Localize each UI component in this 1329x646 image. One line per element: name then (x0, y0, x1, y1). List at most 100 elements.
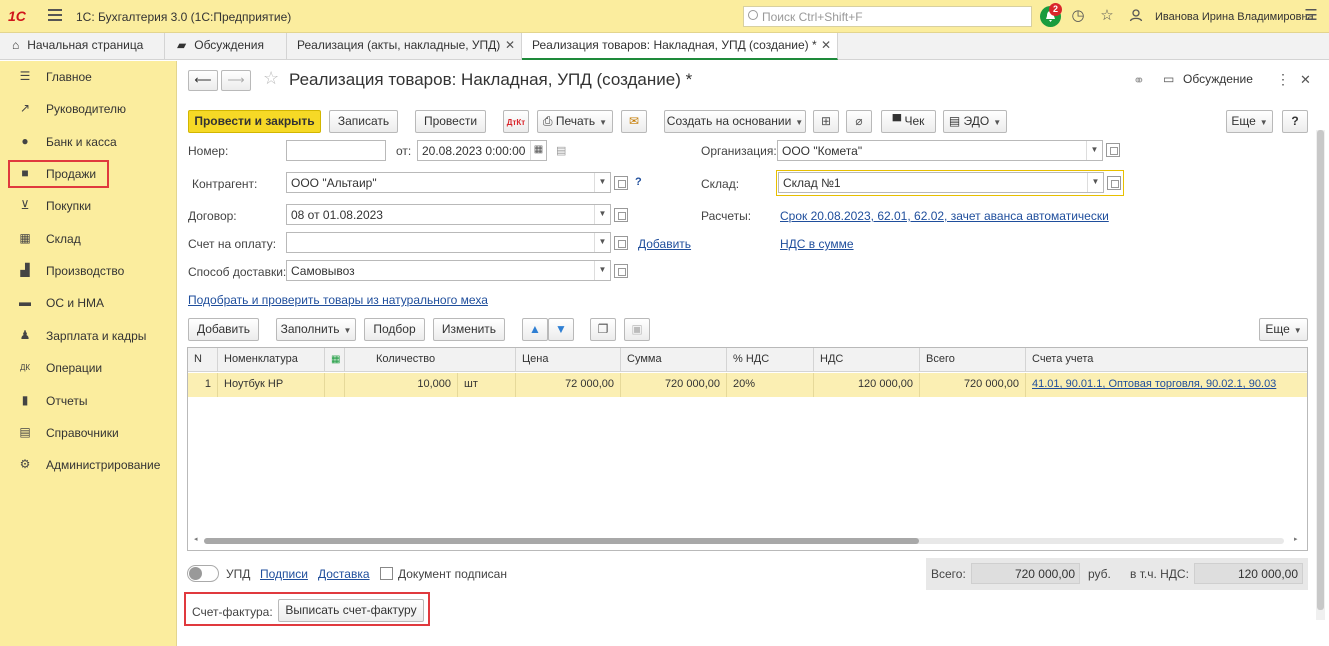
cell-unit[interactable]: шт (458, 373, 516, 397)
sidebar-item-payroll[interactable]: ♟ Зарплата и кадры (8, 322, 168, 350)
forward-button[interactable]: ⟶ (221, 70, 251, 91)
organization-field[interactable]: ООО "Комета" ▼ (777, 140, 1103, 161)
change-button[interactable]: Изменить (433, 318, 505, 341)
back-button[interactable]: ⟵ (188, 70, 218, 91)
favorites-star-icon[interactable]: ☆ (1099, 8, 1115, 24)
structure-icon[interactable]: ⊞ (813, 110, 839, 133)
sidebar-item-bank[interactable]: ● Банк и касса (8, 128, 168, 156)
tab-sales-document[interactable]: Реализация товаров: Накладная, УПД (созд… (522, 33, 838, 60)
post-button[interactable]: Провести (415, 110, 486, 133)
col-item[interactable]: Номенклатура (218, 348, 325, 372)
settings-menu-icon[interactable]: ☰ (1303, 8, 1319, 24)
discuss-button[interactable]: Обсуждение (1183, 72, 1253, 86)
sidebar-item-operations[interactable]: ДК Операции (8, 354, 168, 382)
help-icon[interactable]: ? (635, 176, 642, 188)
scroll-right-icon[interactable]: ▸ (1294, 535, 1298, 543)
contract-field[interactable]: 08 от 01.08.2023 ▼ (286, 204, 611, 225)
tab-discussions[interactable]: ▰ Обсуждения (165, 33, 287, 59)
add-link[interactable]: Добавить (638, 237, 691, 251)
table-more-button[interactable]: Еще ▼ (1259, 318, 1308, 341)
chevron-down-icon[interactable]: ▼ (1086, 141, 1102, 160)
invoice-for-payment-field[interactable]: ▼ (286, 232, 611, 253)
open-icon[interactable] (614, 264, 628, 278)
scroll-left-icon[interactable]: ◂ (194, 535, 198, 543)
open-icon[interactable] (1106, 143, 1120, 157)
horizontal-scrollbar[interactable] (204, 538, 1284, 544)
chevron-down-icon[interactable]: ▼ (594, 205, 610, 224)
attachment-icon[interactable]: ⌀ (846, 110, 872, 133)
sidebar-item-management[interactable]: ↗ Руководителю (8, 95, 168, 123)
sidebar-item-sales[interactable]: ■ Продажи (8, 160, 109, 188)
col-sum[interactable]: Сумма (621, 348, 727, 372)
more-vertical-icon[interactable]: ⋮ (1276, 71, 1290, 88)
delivery-link[interactable]: Доставка (318, 567, 370, 581)
create-based-on-button[interactable]: Создать на основании ▼ (664, 110, 806, 133)
settlements-link[interactable]: Срок 20.08.2023, 62.01, 62.02, зачет ава… (780, 209, 1109, 223)
debit-credit-icon[interactable]: ДтКт (503, 110, 529, 133)
open-icon[interactable] (614, 236, 628, 250)
sidebar-item-catalogs[interactable]: ▤ Справочники (8, 419, 168, 447)
signatures-link[interactable]: Подписи (260, 567, 308, 581)
cell-total[interactable]: 720 000,00 (920, 373, 1026, 397)
col-n[interactable]: N (188, 348, 218, 372)
upd-toggle[interactable] (187, 565, 219, 582)
close-icon[interactable]: ✕ (821, 38, 831, 52)
col-vat[interactable]: НДС (814, 348, 920, 372)
move-down-icon[interactable]: ▼ (548, 318, 574, 341)
fur-goods-link[interactable]: Подобрать и проверить товары из натураль… (188, 293, 488, 307)
sidebar-item-fixed-assets[interactable]: ▬ ОС и НМА (8, 289, 168, 317)
date-field[interactable]: 20.08.2023 0:00:00 ▦ (417, 140, 547, 161)
user-name[interactable]: Иванова Ирина Владимировна (1155, 11, 1314, 23)
copy-icon[interactable]: ❐ (590, 318, 616, 341)
save-button[interactable]: Записать (329, 110, 398, 133)
table-row[interactable]: 1 Ноутбук HP 10,000 шт 72 000,00 720 000… (188, 373, 1307, 397)
email-icon[interactable]: ✉ (621, 110, 647, 133)
scroll-thumb[interactable] (204, 538, 919, 544)
user-icon[interactable] (1128, 8, 1144, 24)
chevron-down-icon[interactable]: ▼ (594, 261, 610, 280)
tab-home[interactable]: ⌂ Начальная страница (0, 33, 165, 59)
tab-sales-list[interactable]: Реализация (акты, накладные, УПД) ✕ (287, 33, 522, 59)
link-icon[interactable]: ⚭ (1133, 72, 1145, 89)
calendar-icon[interactable]: ▦ (530, 141, 546, 160)
fill-button[interactable]: Заполнить ▼ (276, 318, 356, 341)
number-field[interactable] (286, 140, 386, 161)
paste-icon[interactable]: ▣ (624, 318, 650, 341)
warehouse-field[interactable]: Склад №1 ▼ (778, 172, 1104, 193)
sidebar-item-main[interactable]: ☰ Главное (8, 63, 168, 91)
document-signed-checkbox[interactable] (380, 567, 393, 580)
col-vat-rate[interactable]: % НДС (727, 348, 814, 372)
vat-in-amount-link[interactable]: НДС в сумме (780, 237, 854, 251)
favorite-star-icon[interactable]: ☆ (263, 68, 279, 89)
sidebar-item-purchases[interactable]: ⊻ Покупки (8, 192, 168, 220)
cell-sum[interactable]: 720 000,00 (621, 373, 727, 397)
sidebar-item-admin[interactable]: ⚙ Администрирование (8, 451, 168, 479)
move-up-icon[interactable]: ▲ (522, 318, 548, 341)
post-and-close-button[interactable]: Провести и закрыть (188, 110, 321, 133)
open-icon[interactable] (1107, 176, 1121, 190)
more-button[interactable]: Еще ▼ (1226, 110, 1273, 133)
cell-price[interactable]: 72 000,00 (516, 373, 621, 397)
col-total[interactable]: Всего (920, 348, 1026, 372)
chevron-down-icon[interactable]: ▼ (594, 233, 610, 252)
issue-invoice-button[interactable]: Выписать счет-фактуру (278, 599, 424, 622)
cell-vat[interactable]: 120 000,00 (814, 373, 920, 397)
sidebar-item-warehouse[interactable]: ▦ Склад (8, 225, 168, 253)
select-button[interactable]: Подбор (364, 318, 425, 341)
scroll-thumb[interactable] (1317, 130, 1324, 610)
menu-icon[interactable] (48, 9, 62, 21)
delivery-method-field[interactable]: Самовывоз ▼ (286, 260, 611, 281)
col-barcode[interactable]: ▦ (325, 348, 345, 372)
cell-quantity[interactable]: 10,000 (345, 373, 458, 397)
cell-accounts[interactable]: 41.01, 90.01.1, Оптовая торговля, 90.02.… (1026, 373, 1307, 397)
receipt-button[interactable]: ▀ Чек (881, 110, 936, 133)
help-button[interactable]: ? (1282, 110, 1308, 133)
close-icon[interactable]: ✕ (1300, 72, 1311, 88)
col-accounts[interactable]: Счета учета (1026, 348, 1307, 372)
sidebar-item-production[interactable]: ▟ Производство (8, 257, 168, 285)
search-input[interactable]: Поиск Ctrl+Shift+F (743, 6, 1032, 27)
col-quantity[interactable]: Количество (345, 348, 516, 372)
open-icon[interactable] (614, 208, 628, 222)
sidebar-item-reports[interactable]: ▮ Отчеты (8, 387, 168, 415)
counterparty-field[interactable]: ООО "Альтаир" ▼ (286, 172, 611, 193)
